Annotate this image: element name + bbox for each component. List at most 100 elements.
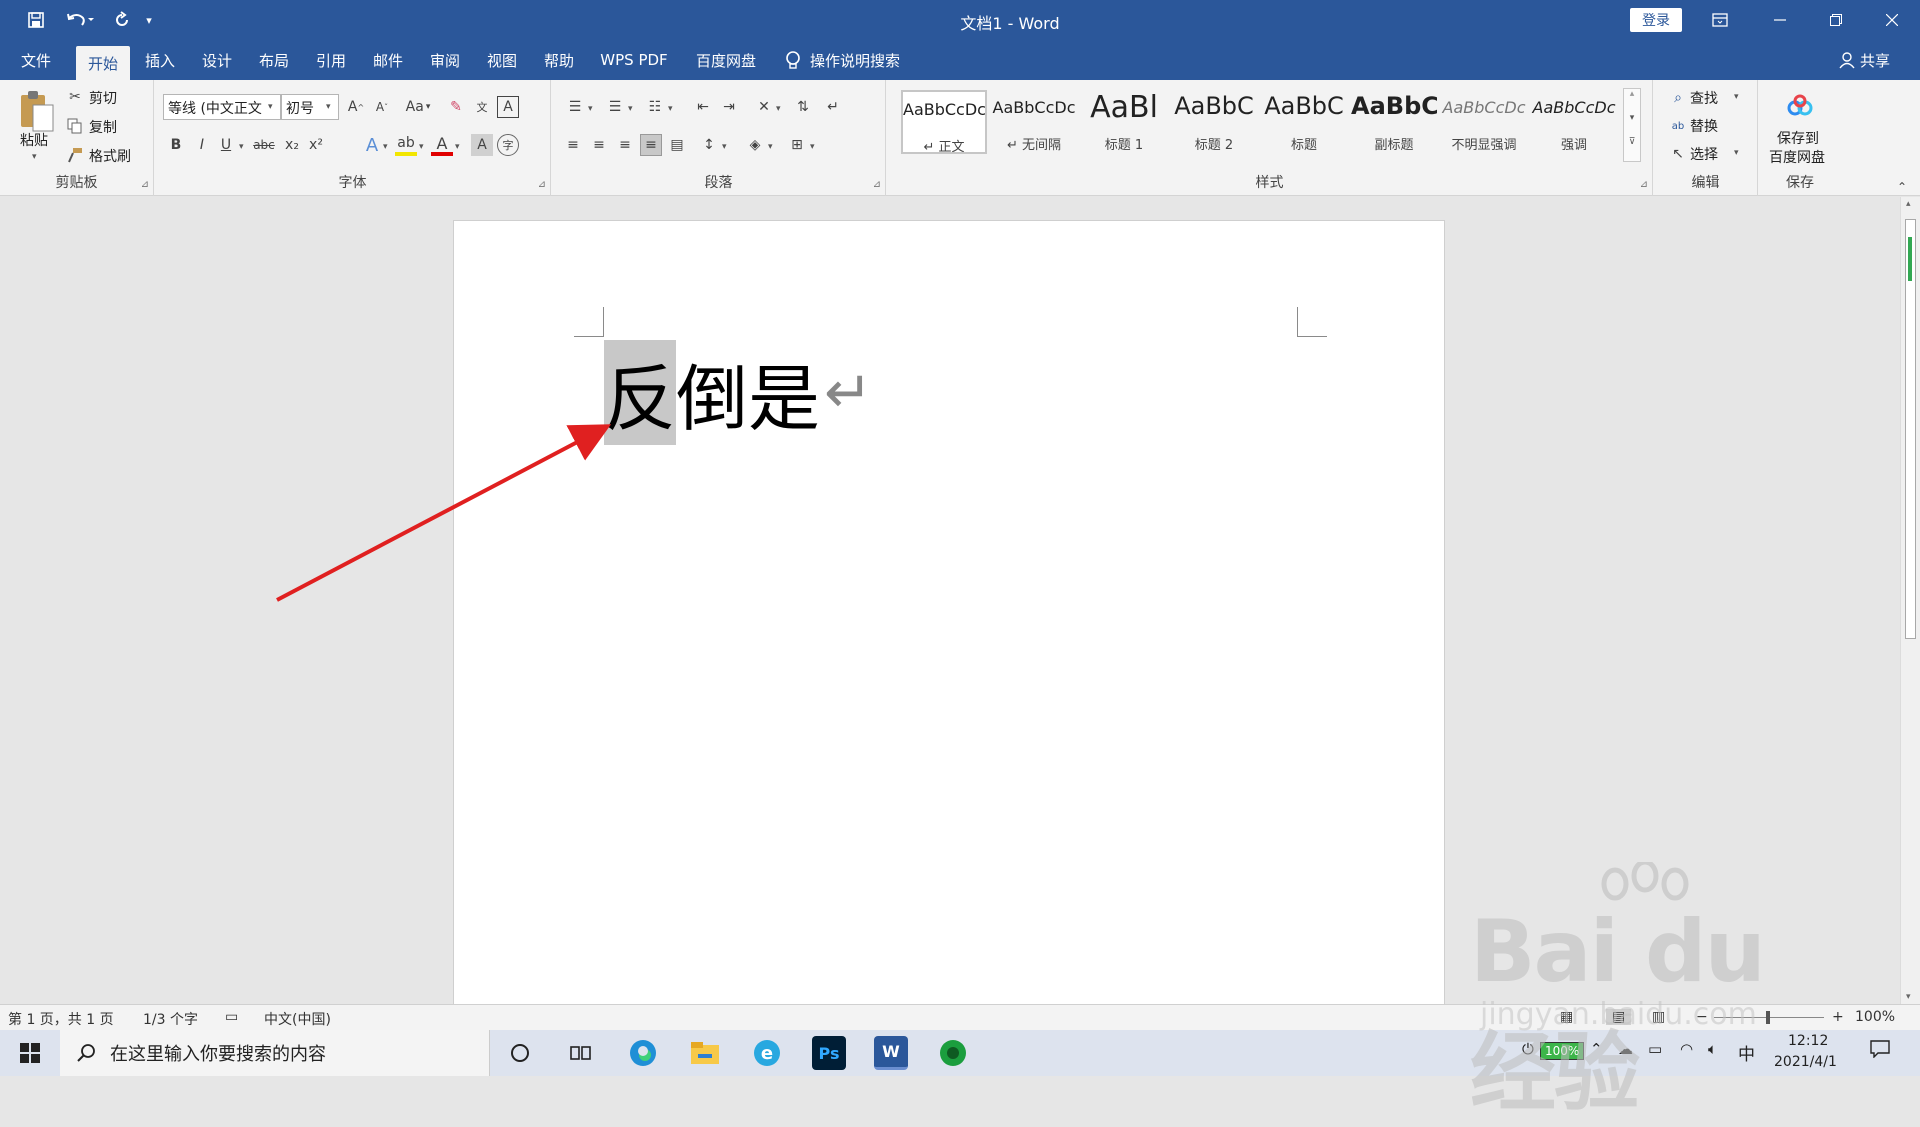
document-text[interactable]: 倒是 — [676, 340, 820, 445]
clear-formatting-icon[interactable]: ✎ — [445, 96, 467, 118]
tab-layout[interactable]: 布局 — [248, 40, 300, 80]
save-to-netdisk-line2[interactable]: 百度网盘 — [1769, 147, 1825, 167]
windows-start-icon[interactable] — [0, 1030, 60, 1076]
tab-mailings[interactable]: 邮件 — [362, 40, 414, 80]
format-painter-icon[interactable] — [66, 146, 84, 164]
replace-button[interactable]: 替换 — [1690, 116, 1718, 136]
superscript-icon[interactable]: x² — [305, 134, 327, 156]
cortana-icon[interactable] — [503, 1036, 537, 1070]
print-layout-icon[interactable]: ▤ — [1606, 1009, 1632, 1025]
font-name-dropdown-icon[interactable]: ▾ — [268, 102, 273, 112]
chinese-layout-icon[interactable]: ✕ — [752, 96, 776, 118]
tab-wps-pdf[interactable]: WPS PDF — [592, 40, 676, 80]
ie-browser-icon[interactable]: e — [750, 1036, 784, 1070]
paragraph-launcher-icon[interactable]: ⊿ — [873, 179, 881, 190]
photoshop-icon[interactable]: Ps — [812, 1036, 846, 1070]
replace-icon[interactable]: ab — [1668, 116, 1688, 136]
word-app-icon[interactable]: W — [874, 1036, 908, 1070]
style-subtitle[interactable]: AaBbC 副标题 — [1351, 90, 1437, 154]
shading-dropdown-icon[interactable]: ▾ — [768, 142, 773, 152]
cut-button[interactable]: 剪切 — [89, 88, 117, 108]
ime-indicator[interactable]: 中 — [1738, 1040, 1755, 1065]
scroll-thumb[interactable] — [1905, 219, 1916, 639]
highlight-icon[interactable]: ab — [395, 134, 417, 156]
font-color-icon[interactable]: A — [431, 134, 453, 156]
battery-icon[interactable]: ▭ — [1648, 1040, 1662, 1058]
web-layout-icon[interactable]: ▥ — [1652, 1009, 1665, 1025]
collapse-ribbon-icon[interactable]: ⌃ — [1894, 180, 1910, 194]
phonetic-guide-icon[interactable]: 文 — [471, 96, 493, 118]
distributed-icon[interactable]: ▤ — [666, 134, 688, 156]
styles-launcher-icon[interactable]: ⊿ — [1640, 179, 1648, 190]
line-spacing-icon[interactable]: ↕ — [696, 134, 722, 156]
italic-icon[interactable]: I — [191, 134, 213, 156]
style-title[interactable]: AaBbC 标题 — [1261, 90, 1347, 154]
shrink-font-icon[interactable]: Aˇ — [371, 96, 393, 118]
borders-icon[interactable]: ⊞ — [784, 134, 810, 156]
bullets-dropdown-icon[interactable]: ▾ — [588, 104, 593, 114]
file-explorer-icon[interactable] — [688, 1036, 722, 1070]
scroll-up-icon[interactable]: ▴ — [1906, 199, 1911, 209]
increase-indent-icon[interactable]: ⇥ — [718, 96, 740, 118]
tell-me-search[interactable]: 操作说明搜索 — [782, 40, 900, 80]
tab-help[interactable]: 帮助 — [533, 40, 585, 80]
shading-icon[interactable]: ◈ — [742, 134, 768, 156]
style-heading-2[interactable]: AaBbC 标题 2 — [1171, 90, 1257, 154]
bold-icon[interactable]: B — [165, 134, 187, 156]
customize-qat-icon[interactable]: ▾ — [140, 0, 158, 40]
paste-dropdown-icon[interactable]: ▾ — [32, 152, 37, 162]
battery-level[interactable]: 100% — [1540, 1042, 1585, 1060]
tab-view[interactable]: 视图 — [476, 40, 528, 80]
justify-icon[interactable]: ≡ — [640, 134, 662, 156]
line-spacing-dropdown-icon[interactable]: ▾ — [722, 142, 727, 152]
style-subtle-emphasis[interactable]: AaBbCcDc 不明显强调 — [1441, 90, 1527, 154]
login-button[interactable]: 登录 — [1630, 8, 1682, 32]
save-to-netdisk-line1[interactable]: 保存到 — [1777, 128, 1819, 148]
format-painter-button[interactable]: 格式刷 — [89, 146, 131, 166]
tab-insert[interactable]: 插入 — [134, 40, 186, 80]
font-color-dropdown-icon[interactable]: ▾ — [455, 142, 460, 152]
cut-icon[interactable]: ✂ — [66, 88, 84, 106]
select-button[interactable]: 选择 — [1690, 144, 1718, 164]
restore-icon[interactable] — [1808, 0, 1864, 40]
document-paragraph[interactable]: 反 倒是 ↵ — [604, 338, 873, 446]
minimize-icon[interactable] — [1752, 0, 1808, 40]
style-normal[interactable]: AaBbCcDc ↵ 正文 — [901, 90, 987, 155]
underline-icon[interactable]: U — [215, 134, 237, 156]
task-view-icon[interactable] — [564, 1036, 598, 1070]
tab-file[interactable]: 文件 — [10, 40, 62, 80]
clock-date[interactable]: 2021/4/1 — [1774, 1054, 1837, 1070]
bullets-icon[interactable]: ☰ — [562, 96, 588, 118]
tab-references[interactable]: 引用 — [305, 40, 357, 80]
highlight-dropdown-icon[interactable]: ▾ — [419, 142, 424, 152]
onedrive-icon[interactable]: ☁ — [1618, 1040, 1633, 1058]
redo-icon[interactable] — [104, 0, 140, 40]
read-mode-icon[interactable]: ▦ — [1560, 1009, 1573, 1025]
font-name-combo[interactable]: 等线 (中文正文 — [163, 94, 281, 120]
find-dropdown-icon[interactable]: ▾ — [1734, 92, 1739, 102]
strikethrough-icon[interactable]: abc — [251, 134, 277, 156]
align-left-icon[interactable]: ≡ — [562, 134, 584, 156]
tray-expand-icon[interactable]: ⌃ — [1590, 1040, 1603, 1058]
show-marks-icon[interactable]: ↵ — [822, 96, 844, 118]
font-size-dropdown-icon[interactable]: ▾ — [326, 102, 331, 112]
styles-scroll-down-icon[interactable]: ▾ — [1624, 113, 1640, 137]
baidu-netdisk-icon[interactable] — [1785, 92, 1815, 120]
numbering-dropdown-icon[interactable]: ▾ — [628, 104, 633, 114]
zoom-in-icon[interactable]: + — [1832, 1009, 1844, 1025]
power-plug-icon[interactable]: ⏻ — [1522, 1040, 1534, 1058]
tab-home[interactable]: 开始 — [76, 46, 130, 80]
style-emphasis[interactable]: AaBbCcDc 强调 — [1531, 90, 1617, 154]
text-effects-icon[interactable]: A — [361, 134, 383, 156]
save-icon[interactable] — [18, 0, 54, 40]
taskbar-search-box[interactable]: 在这里输入你要搜索的内容 — [60, 1030, 490, 1076]
chinese-layout-dropdown-icon[interactable]: ▾ — [776, 104, 781, 114]
scroll-down-icon[interactable]: ▾ — [1906, 992, 1911, 1002]
language-indicator[interactable]: 中文(中国) — [264, 1009, 331, 1029]
decrease-indent-icon[interactable]: ⇤ — [692, 96, 714, 118]
multilevel-list-icon[interactable]: ☷ — [642, 96, 668, 118]
tab-design[interactable]: 设计 — [191, 40, 243, 80]
close-icon[interactable] — [1864, 0, 1920, 40]
wifi-icon[interactable]: ◠ — [1680, 1040, 1693, 1058]
tab-baidu-netdisk[interactable]: 百度网盘 — [686, 40, 766, 80]
